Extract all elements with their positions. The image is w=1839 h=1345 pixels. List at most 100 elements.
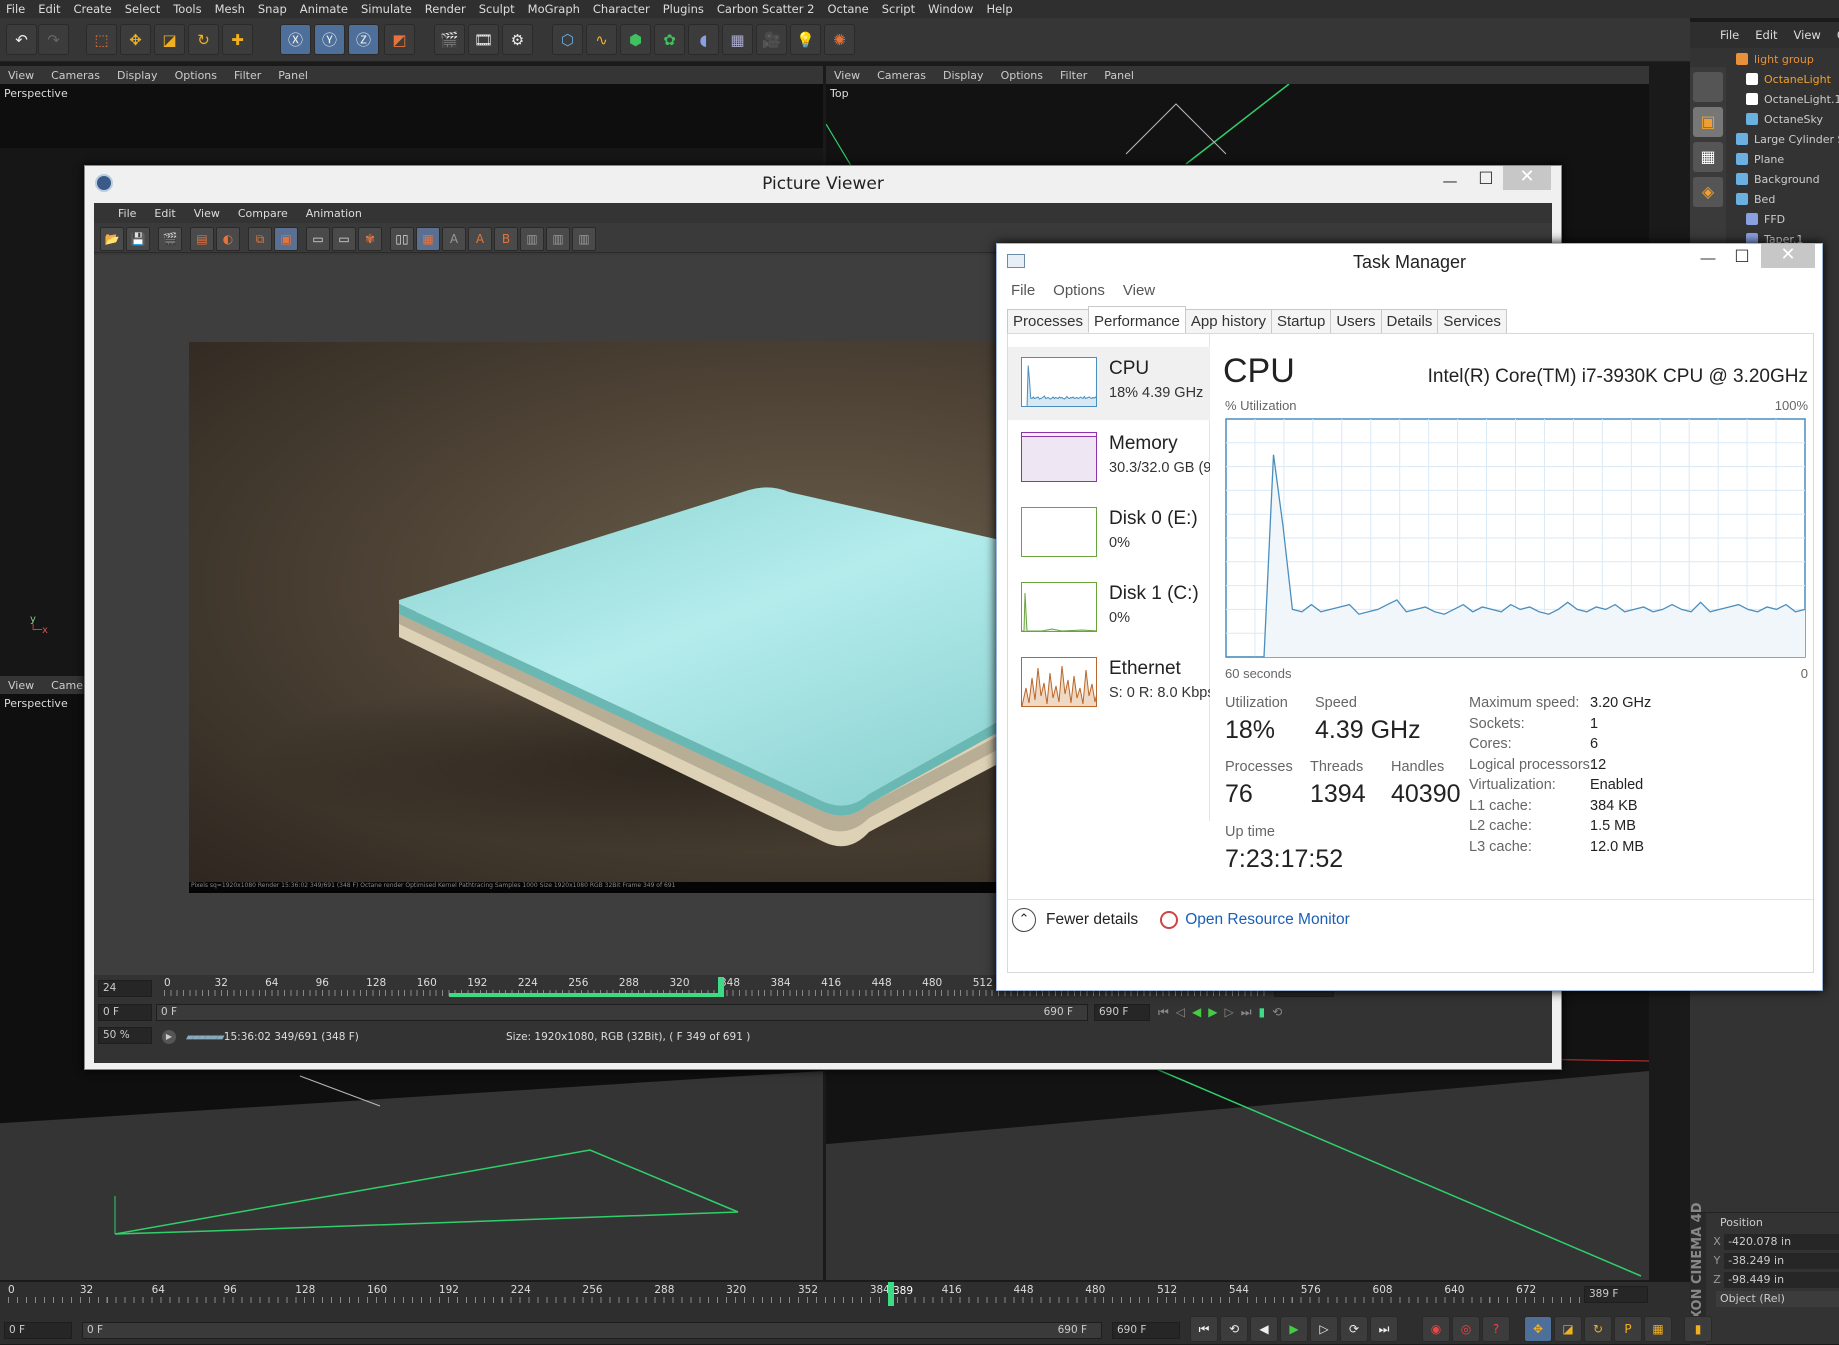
object-row[interactable]: OctaneLight.1 [1734,89,1839,109]
snapshot-icon[interactable]: ▭ [306,227,330,251]
cube-button[interactable]: ⬡ [552,24,583,55]
step-back-icon[interactable]: ◀ [1250,1316,1278,1342]
z-axis-lock-button[interactable]: Ⓩ [348,24,379,55]
menu-item[interactable]: Carbon Scatter 2 [717,2,815,16]
render-picture-viewer-button[interactable]: 🎞 [468,24,499,55]
checker-icon[interactable]: ▦ [1693,142,1723,172]
pv-playhead[interactable] [718,977,724,997]
om-menu-view[interactable]: View [1794,28,1821,42]
chevron-up-icon[interactable]: ⌃ [1012,907,1036,932]
tab-performance[interactable]: Performance [1088,306,1186,333]
object-row[interactable]: Bed [1734,189,1839,209]
menu-item[interactable]: Simulate [361,2,412,16]
light-button[interactable]: 💡 [790,24,821,55]
pv-max-field[interactable]: 690 F [1094,1004,1150,1021]
object-row[interactable]: OctaneSky [1734,109,1839,129]
undo-button[interactable]: ↶ [6,24,37,55]
tab-startup[interactable]: Startup [1270,309,1332,333]
plane-icon[interactable]: ◈ [1693,177,1723,207]
nurbs-button[interactable]: ⬢ [620,24,651,55]
autokey-icon[interactable]: ◎ [1452,1316,1480,1342]
vp2-menu-cameras[interactable]: Cameras [877,69,926,82]
pv-transport-controls[interactable]: ⏮◁◀▶▷⏭▮⟲ [1158,1005,1289,1020]
tm-menu-view[interactable]: View [1123,282,1155,299]
tab-details[interactable]: Details [1380,309,1439,333]
sidebar-item-ethernet[interactable]: Ethernet S: 0 R: 8.0 Kbps [1008,647,1210,720]
add-tool-button[interactable]: ✚ [222,24,253,55]
render-icon[interactable]: 🎬 [158,227,182,251]
octane-button[interactable]: ✺ [824,24,855,55]
position-x-field[interactable]: -420.078 in [1724,1233,1839,1250]
menu-item[interactable]: Edit [38,2,60,16]
redo-button[interactable]: ↷ [38,24,69,55]
array-button[interactable]: ✿ [654,24,685,55]
tab-services[interactable]: Services [1437,309,1507,333]
scale-key-icon[interactable]: ◪ [1554,1316,1582,1342]
main-range-slider[interactable]: 0 F 690 F [82,1322,1102,1339]
menu-item[interactable]: Sculpt [479,2,515,16]
om-tool-icon[interactable] [1693,72,1723,102]
menu-item[interactable]: Mesh [215,2,245,16]
step-forward-icon[interactable]: ▷ [1310,1316,1338,1342]
filter-icon[interactable]: ▤ [190,227,214,251]
histogram-icon[interactable]: ✾ [358,227,382,251]
menu-item[interactable]: Help [986,2,1012,16]
vp-menu-options[interactable]: Options [175,69,217,82]
camera-button[interactable]: 🎥 [756,24,787,55]
tm-close-icon[interactable]: ✕ [1761,244,1815,268]
coord-mode-select[interactable]: Object (Rel) [1716,1290,1839,1307]
record-icon[interactable]: ◉ [1422,1316,1450,1342]
tm-menu-options[interactable]: Options [1053,282,1105,299]
pv-fps-field[interactable]: 24 [98,980,152,997]
scale-tool-button[interactable]: ◪ [154,24,185,55]
menu-item[interactable]: File [6,2,25,16]
view-a-icon[interactable]: ▥ [520,227,544,251]
pv-menu-animation[interactable]: Animation [306,207,362,220]
open-resource-monitor-link[interactable]: Open Resource Monitor [1185,911,1350,929]
ab-split-icon[interactable]: ▦ [416,227,440,251]
render-view-button[interactable]: 🎬 [434,24,465,55]
tab-app-history[interactable]: App history [1184,309,1272,333]
minimize-icon[interactable]: — [1435,172,1465,194]
menu-item[interactable]: Animate [300,2,348,16]
ab-view-icon[interactable]: ▯▯ [390,227,414,251]
object-row[interactable]: light group [1734,49,1839,69]
view-b-icon[interactable]: ▥ [546,227,570,251]
prev-key-icon[interactable]: ⟲ [1220,1316,1248,1342]
menu-item[interactable]: Octane [827,2,868,16]
menu-item[interactable]: Window [928,2,973,16]
object-row[interactable]: Plane [1734,149,1839,169]
play-sound-icon[interactable]: ▶ [162,1030,176,1044]
fewer-details-link[interactable]: Fewer details [1046,911,1138,929]
menu-item[interactable]: Snap [258,2,287,16]
position-z-field[interactable]: -98.449 in [1724,1271,1839,1288]
open-icon[interactable]: 📂 [100,227,124,251]
sidebar-item-disk0[interactable]: Disk 0 (E:) 0% [1008,497,1210,570]
pv-menu-compare[interactable]: Compare [238,207,288,220]
main-end-field[interactable]: 389 F [1584,1286,1648,1303]
vp3-menu-camera[interactable]: Camera [51,679,86,692]
help-icon[interactable]: ? [1482,1316,1510,1342]
next-key-icon[interactable]: ⟳ [1340,1316,1368,1342]
tm-minimize-icon[interactable]: — [1693,250,1723,272]
diff-icon[interactable]: ▥ [572,227,596,251]
timeline-icon[interactable]: ▮ [1684,1316,1712,1342]
om-menu-edit[interactable]: Edit [1755,28,1777,42]
paste-icon[interactable]: ▣ [274,227,298,251]
menu-item[interactable]: Render [425,2,466,16]
y-axis-lock-button[interactable]: Ⓨ [314,24,345,55]
floor-button[interactable]: ▦ [722,24,753,55]
vp2-menu-panel[interactable]: Panel [1104,69,1134,82]
object-row[interactable]: Background [1734,169,1839,189]
go-to-start-icon[interactable]: ⏮ [1190,1316,1218,1342]
sidebar-item-disk1[interactable]: Disk 1 (C:) 0% [1008,572,1210,645]
x-axis-lock-button[interactable]: Ⓧ [280,24,311,55]
pv-zoom-field[interactable]: 50 % [98,1027,152,1044]
main-timeline-ruler[interactable]: 0 32 64 96 128 160 192 224 256 288 320 352 384 416 448… [0,1282,1580,1306]
sidebar-item-memory[interactable]: Memory 30.3/32.0 GB (95%) [1008,422,1210,495]
object-row[interactable]: OctaneLight [1734,69,1839,89]
grid-key-icon[interactable]: ▦ [1644,1316,1672,1342]
main-max-field[interactable]: 690 F [1112,1322,1180,1339]
vp-menu-cameras[interactable]: Cameras [51,69,100,82]
coordinate-system-button[interactable]: ◩ [384,24,415,55]
